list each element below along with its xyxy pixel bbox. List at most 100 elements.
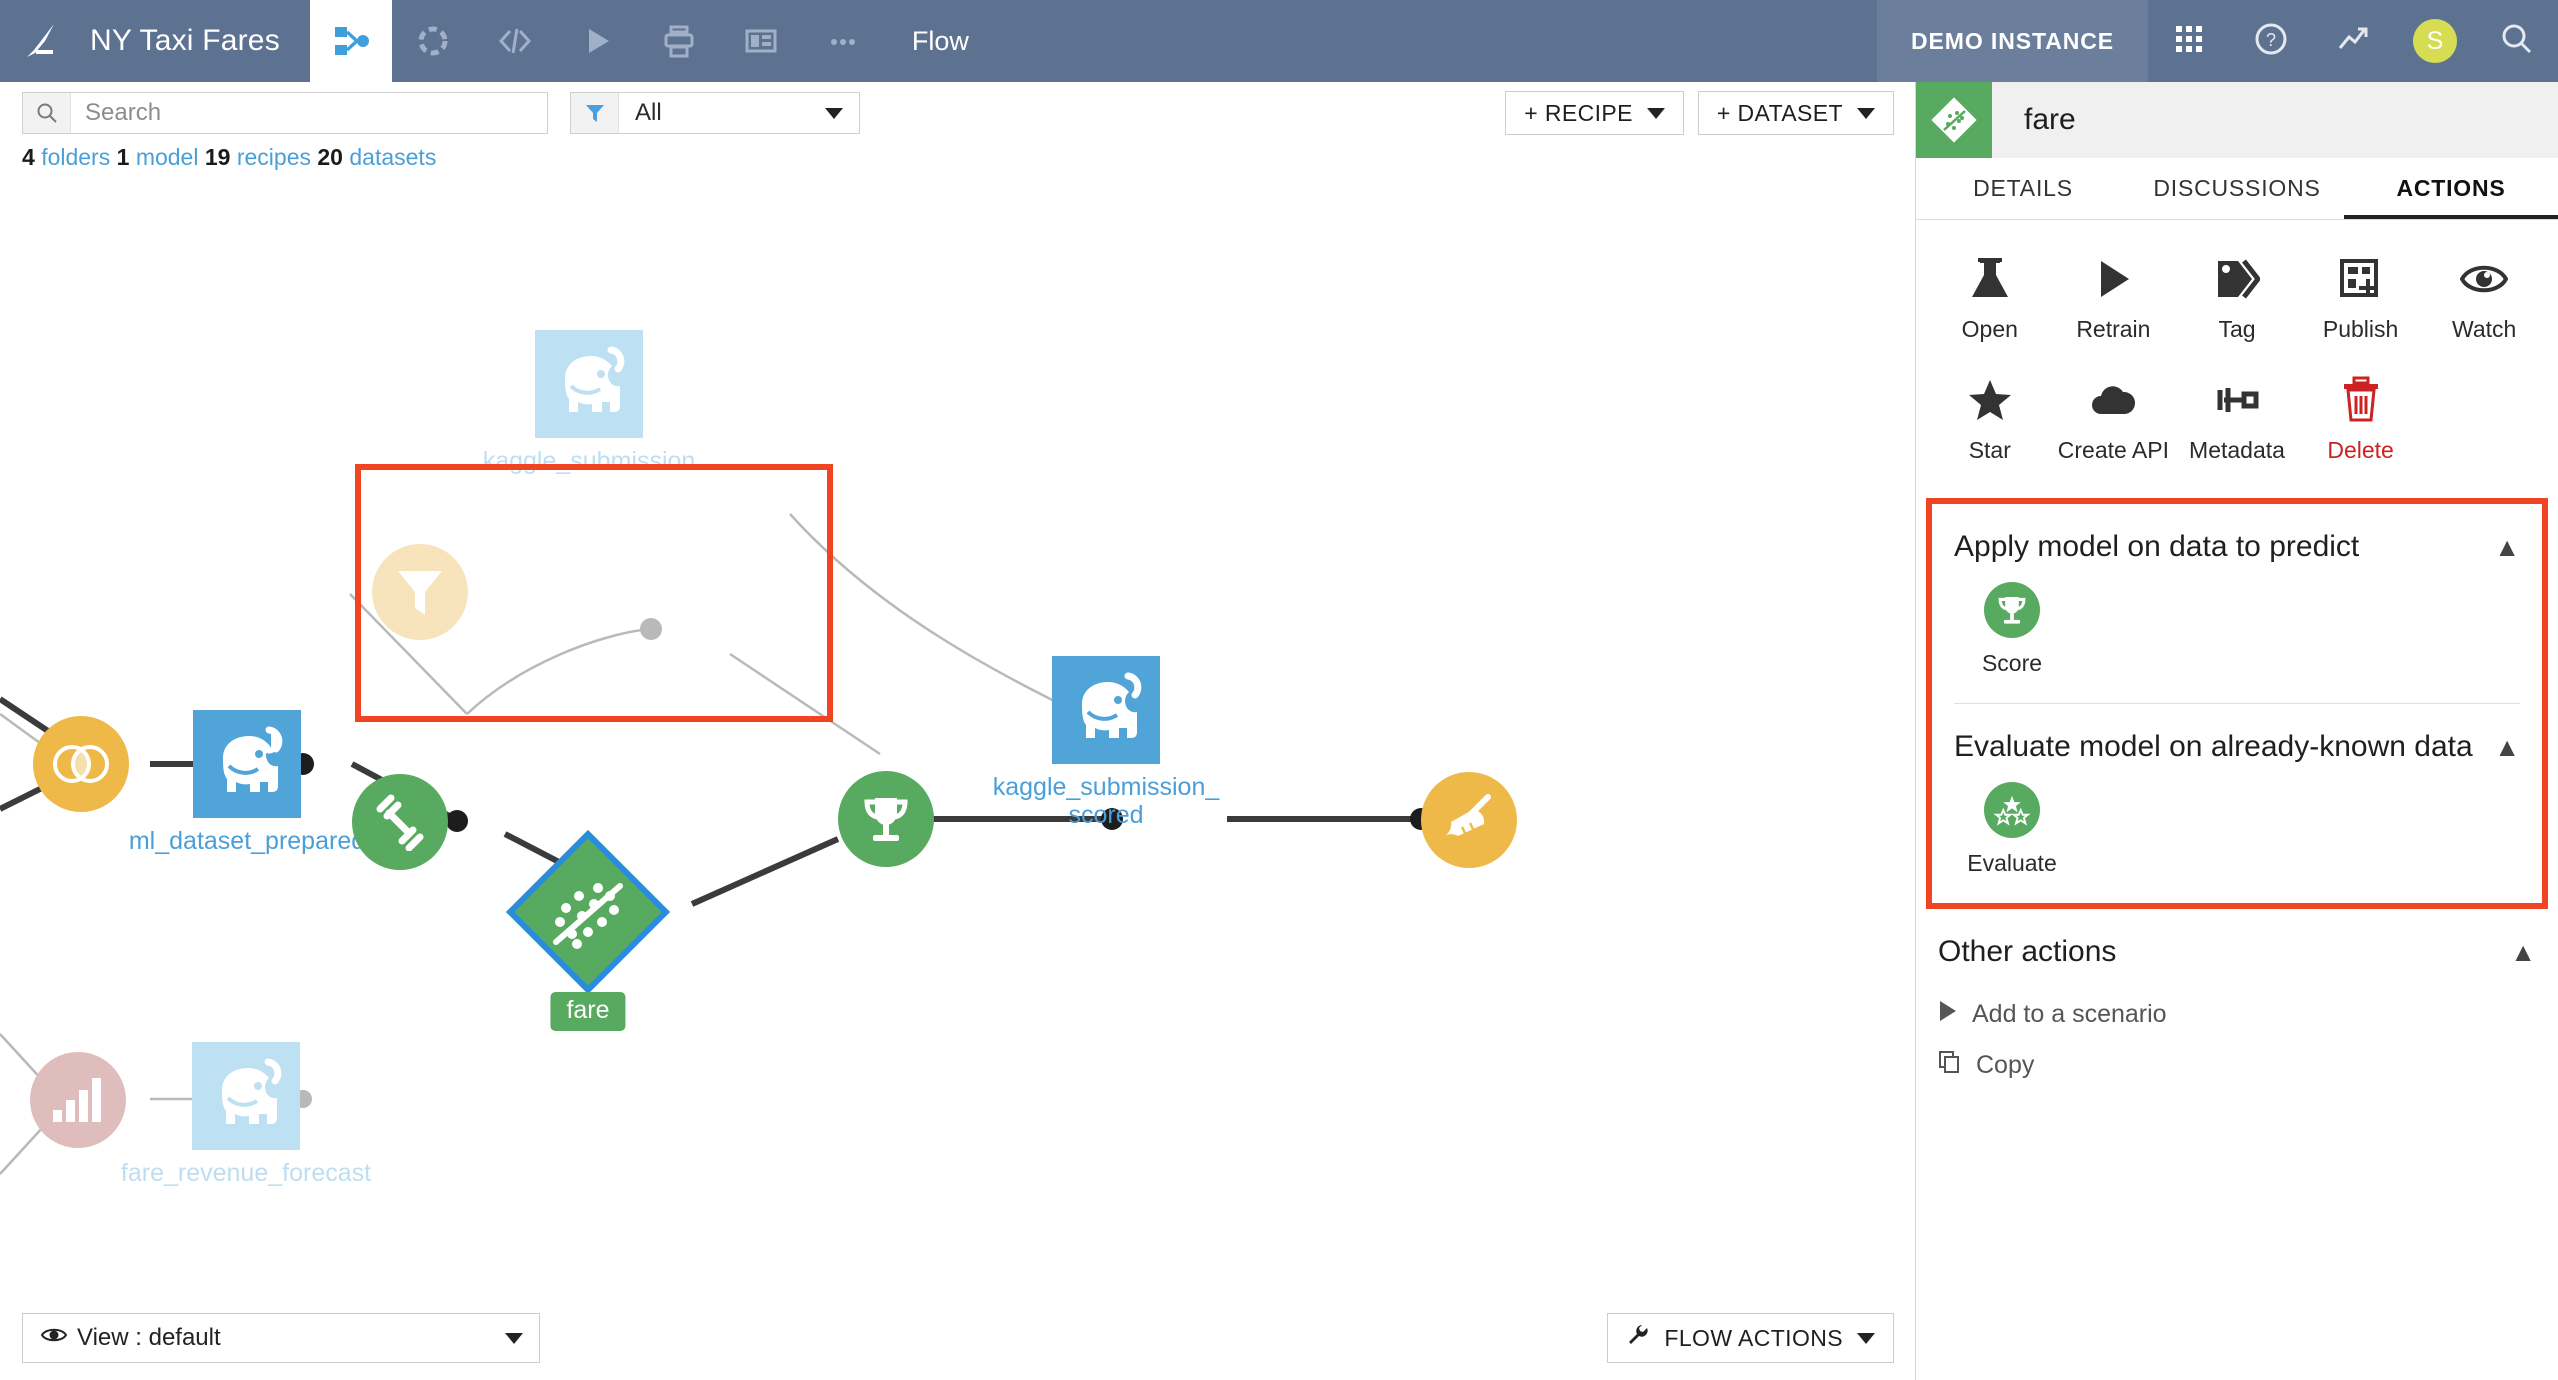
add-dataset-button[interactable]: + DATASET bbox=[1697, 91, 1894, 135]
flow-node-filter-recipe[interactable] bbox=[372, 544, 468, 640]
view-selector[interactable]: View : default bbox=[22, 1313, 540, 1363]
instance-badge[interactable]: DEMO INSTANCE bbox=[1877, 0, 2148, 82]
section-header[interactable]: Evaluate model on already-known data ▲ bbox=[1954, 704, 2520, 778]
section-header[interactable]: Apply model on data to predict ▲ bbox=[1954, 504, 2520, 578]
section-evaluate-model: Evaluate model on already-known data ▲ E… bbox=[1932, 704, 2542, 903]
flow-node-join-recipe[interactable] bbox=[33, 716, 129, 812]
project-title: NY Taxi Fares bbox=[90, 24, 280, 57]
svg-text:?: ? bbox=[2266, 30, 2276, 50]
flow-area: All + RECIPE + DATASET 4 folders 1 model… bbox=[0, 82, 1916, 1380]
printer-icon bbox=[659, 21, 699, 61]
nav-tab-notebooks[interactable] bbox=[638, 0, 720, 82]
section-body: Score bbox=[1954, 578, 2520, 703]
metadata-icon bbox=[2214, 373, 2260, 427]
flow-node-label: kaggle_submission_ scored bbox=[992, 773, 1220, 829]
action-label: Retrain bbox=[2076, 316, 2151, 342]
flow-canvas[interactable]: ml_dataset_prepared kaggle_submission fa… bbox=[0, 194, 1916, 1380]
more-dots-icon bbox=[823, 21, 863, 61]
action-tag[interactable]: Tag bbox=[2175, 238, 2299, 359]
flow-actions-button[interactable]: FLOW ACTIONS bbox=[1607, 1313, 1894, 1363]
section-title: Apply model on data to predict bbox=[1954, 530, 2360, 563]
trend-arrow-icon bbox=[2334, 20, 2372, 63]
user-avatar-button[interactable]: S bbox=[2394, 0, 2476, 82]
action-evaluate[interactable]: Evaluate bbox=[1954, 782, 2070, 877]
nav-tab-jobs[interactable] bbox=[556, 0, 638, 82]
panel-tabs: DETAILS DISCUSSIONS ACTIONS bbox=[1916, 158, 2558, 220]
play-icon bbox=[577, 21, 617, 61]
broom-prepare-icon bbox=[1421, 772, 1517, 868]
datasets-count: 20 bbox=[317, 144, 343, 170]
code-icon bbox=[495, 21, 535, 61]
flow-node-label: kaggle_submission bbox=[482, 447, 696, 475]
action-retrain[interactable]: Retrain bbox=[2052, 238, 2176, 359]
action-star[interactable]: Star bbox=[1928, 359, 2052, 480]
model-link[interactable]: model bbox=[136, 144, 199, 170]
flow-toolbar: All + RECIPE + DATASET bbox=[0, 82, 1916, 144]
wrench-icon bbox=[1626, 1323, 1650, 1353]
apps-grid-button[interactable] bbox=[2148, 0, 2230, 82]
folders-link[interactable]: folders bbox=[41, 144, 110, 170]
tab-discussions[interactable]: DISCUSSIONS bbox=[2130, 158, 2344, 219]
action-score[interactable]: Score bbox=[1954, 582, 2070, 677]
nav-tab-flow[interactable] bbox=[309, 0, 392, 82]
flow-node-train-recipe[interactable] bbox=[352, 774, 448, 870]
recipes-link[interactable]: recipes bbox=[237, 144, 311, 170]
action-watch[interactable]: Watch bbox=[2422, 238, 2546, 359]
action-label: Tag bbox=[2218, 316, 2256, 342]
nav-tab-more[interactable] bbox=[802, 0, 884, 82]
flow-node-fare-model[interactable]: fare bbox=[505, 829, 671, 1031]
add-recipe-button[interactable]: + RECIPE bbox=[1505, 91, 1684, 135]
other-action-label: Add to a scenario bbox=[1972, 1000, 2167, 1028]
help-button[interactable]: ? bbox=[2230, 0, 2312, 82]
action-label: Score bbox=[1981, 650, 2043, 676]
flow-node-fare-revenue-forecast[interactable]: fare_revenue_forecast bbox=[121, 1042, 371, 1187]
tab-actions[interactable]: ACTIONS bbox=[2344, 158, 2558, 219]
chevron-down-icon bbox=[505, 1332, 523, 1344]
flow-node-kaggle-submission[interactable]: kaggle_submission bbox=[483, 330, 695, 475]
hadoop-elephant-icon bbox=[192, 1042, 300, 1150]
section-title: Other actions bbox=[1938, 935, 2117, 968]
action-label: Watch bbox=[2452, 316, 2517, 342]
hadoop-elephant-icon bbox=[535, 330, 643, 438]
tab-details[interactable]: DETAILS bbox=[1916, 158, 2130, 219]
flow-node-label: fare bbox=[550, 992, 626, 1031]
project-brand[interactable]: NY Taxi Fares bbox=[0, 0, 310, 82]
flow-node-prepare-recipe[interactable] bbox=[1421, 772, 1517, 868]
action-label: Publish bbox=[2322, 316, 2399, 342]
flow-node-chart-recipe[interactable] bbox=[30, 1052, 126, 1148]
global-search-button[interactable] bbox=[2476, 0, 2558, 82]
model-diamond-icon bbox=[1916, 82, 1992, 158]
filter-dropdown[interactable]: All bbox=[570, 92, 860, 134]
section-header[interactable]: Other actions ▲ bbox=[1938, 909, 2536, 983]
flow-node-ml-dataset-prepared[interactable]: ml_dataset_prepared bbox=[129, 710, 365, 855]
search-input[interactable] bbox=[71, 93, 547, 133]
flow-node-kaggle-submission-scored[interactable]: kaggle_submission_ scored bbox=[993, 656, 1219, 828]
trash-icon bbox=[2340, 373, 2382, 427]
action-publish[interactable]: Publish bbox=[2299, 238, 2423, 359]
action-open[interactable]: Open bbox=[1928, 238, 2052, 359]
flow-node-score-recipe[interactable] bbox=[838, 771, 934, 867]
chevron-up-icon: ▲ bbox=[2494, 732, 2520, 762]
other-actions-list: Add to a scenario Copy bbox=[1916, 983, 2558, 1091]
action-label: Delete bbox=[2327, 437, 2394, 463]
chevron-up-icon: ▲ bbox=[2494, 532, 2520, 562]
chevron-down-icon bbox=[825, 107, 843, 119]
action-metadata[interactable]: Metadata bbox=[2175, 359, 2299, 480]
other-action-copy[interactable]: Copy bbox=[1938, 1040, 2536, 1091]
nav-tab-lab[interactable] bbox=[392, 0, 474, 82]
nav-tab-code[interactable] bbox=[474, 0, 556, 82]
top-navigation-bar: NY Taxi Fares Flow DEMO INSTANCE ? S bbox=[0, 0, 2558, 82]
scatter-regression-icon bbox=[505, 829, 671, 995]
datasets-link[interactable]: datasets bbox=[349, 144, 436, 170]
activity-button[interactable] bbox=[2312, 0, 2394, 82]
dumbbell-train-icon bbox=[352, 774, 448, 870]
search-box[interactable] bbox=[22, 92, 548, 134]
action-delete[interactable]: Delete bbox=[2299, 359, 2423, 480]
nav-tab-dashboards[interactable] bbox=[720, 0, 802, 82]
publish-icon bbox=[2338, 252, 2384, 306]
action-create-api[interactable]: Create API bbox=[2052, 359, 2176, 480]
recipes-count: 19 bbox=[204, 144, 231, 170]
other-action-add-to-scenario[interactable]: Add to a scenario bbox=[1938, 989, 2536, 1040]
panel-header: fare bbox=[1916, 82, 2558, 158]
